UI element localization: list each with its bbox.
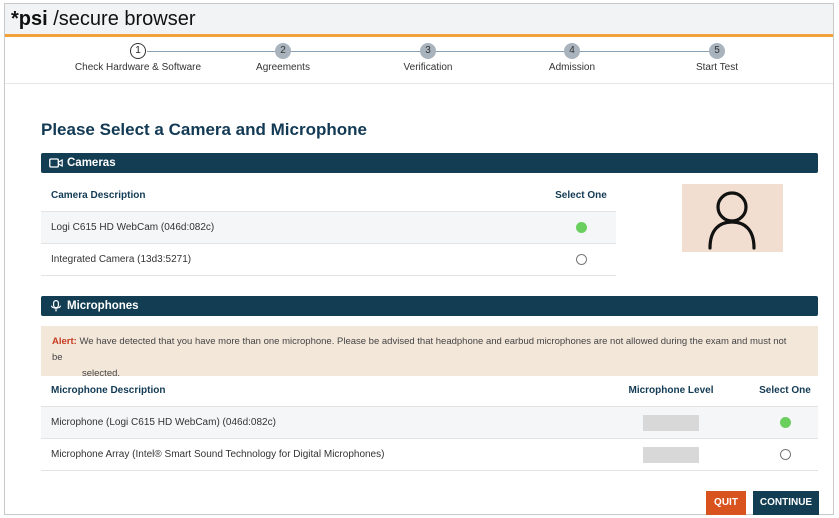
continue-button[interactable]: CONTINUE <box>753 491 819 515</box>
step-2: 2 Agreements <box>208 40 358 73</box>
secure-browser-window: *psi /secure browser 1 Check Hardware & … <box>4 3 834 515</box>
microphone-description: Microphone Array (Intel® Smart Sound Tec… <box>51 449 385 460</box>
step-2-circle: 2 <box>275 43 291 59</box>
step-4-label: Admission <box>548 62 596 73</box>
microphone-level-meter <box>643 447 699 463</box>
microphones-section-header: Microphones <box>41 296 818 316</box>
microphone-level-header: Microphone Level <box>628 385 714 396</box>
camera-radio-integrated[interactable] <box>575 253 587 265</box>
camera-radio-logi-selected[interactable] <box>575 221 587 233</box>
microphone-row-logi[interactable]: Microphone (Logi C615 HD WebCam) (046d:0… <box>41 407 818 439</box>
camera-description: Logi C615 HD WebCam (046d:082c) <box>51 222 215 233</box>
microphone-description: Microphone (Logi C615 HD WebCam) (046d:0… <box>51 417 276 428</box>
cameras-section-header: Cameras <box>41 153 818 173</box>
camera-description-header: Camera Description <box>51 190 146 201</box>
step-4: 4 Admission <box>497 40 647 73</box>
camera-row-logi[interactable]: Logi C615 HD WebCam (046d:082c) <box>41 212 616 244</box>
step-4-circle: 4 <box>564 43 580 59</box>
brand-product-text: /secure browser <box>47 8 196 30</box>
camera-description: Integrated Camera (13d3:5271) <box>51 254 192 265</box>
multiple-microphones-alert: Alert: We have detected that you have mo… <box>41 326 818 379</box>
step-1-label: Check Hardware & Software <box>74 62 202 73</box>
alert-label: Alert: <box>52 336 77 347</box>
stepper-divider <box>5 83 833 84</box>
microphone-radio-array[interactable] <box>779 448 791 460</box>
microphone-row-array[interactable]: Microphone Array (Intel® Smart Sound Tec… <box>41 439 818 471</box>
microphone-table-header: Microphone Description Microphone Level … <box>41 375 818 407</box>
cameras-section-title: Cameras <box>67 157 116 169</box>
microphone-icon <box>51 300 61 312</box>
camera-table-header: Camera Description Select One <box>41 180 616 212</box>
step-5-circle: 5 <box>709 43 725 59</box>
microphone-select-header: Select One <box>759 385 811 396</box>
alert-message-line1: We have detected that you have more than… <box>52 336 787 363</box>
user-silhouette-icon <box>708 191 756 250</box>
microphones-section-title: Microphones <box>67 300 139 312</box>
step-3: 3 Verification <box>353 40 503 73</box>
step-1: 1 Check Hardware & Software <box>63 40 213 73</box>
app-brand: *psi /secure browser <box>11 7 196 31</box>
brand-logo-text: *psi <box>11 8 48 30</box>
page-title: Please Select a Camera and Microphone <box>41 120 367 139</box>
step-5-label: Start Test <box>695 62 739 73</box>
camera-select-header: Select One <box>555 190 607 201</box>
quit-button[interactable]: QUIT <box>706 491 746 515</box>
camera-preview <box>682 184 783 252</box>
microphone-description-header: Microphone Description <box>51 385 166 396</box>
step-3-circle: 3 <box>420 43 436 59</box>
microphone-level-meter <box>643 415 699 431</box>
camera-row-integrated[interactable]: Integrated Camera (13d3:5271) <box>41 244 616 276</box>
progress-stepper: 1 Check Hardware & Software 2 Agreements… <box>5 40 833 86</box>
title-bar: *psi /secure browser <box>5 4 833 35</box>
step-3-label: Verification <box>403 62 453 73</box>
step-2-label: Agreements <box>256 62 310 73</box>
microphone-radio-logi-selected[interactable] <box>779 416 791 428</box>
step-1-circle: 1 <box>130 43 146 59</box>
step-5: 5 Start Test <box>642 40 792 73</box>
video-camera-icon <box>49 158 63 168</box>
accent-bar <box>5 34 833 37</box>
